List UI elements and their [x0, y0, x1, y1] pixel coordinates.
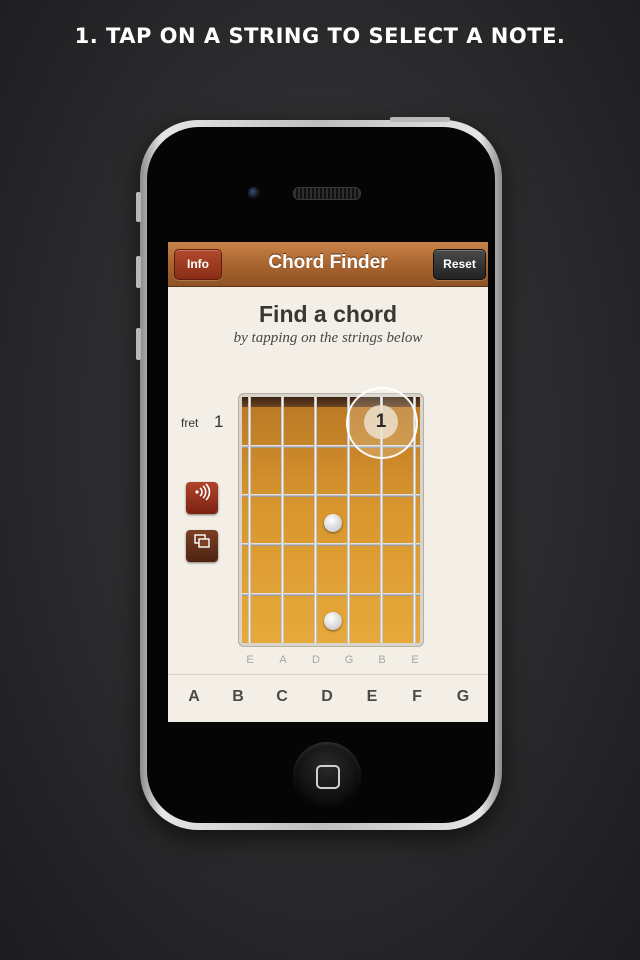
sound-waves-icon: [192, 483, 212, 506]
earpiece-speaker: [293, 187, 361, 200]
fret-number: 1: [214, 412, 224, 431]
key-f[interactable]: F: [405, 688, 429, 706]
string-low-e[interactable]: [248, 397, 251, 643]
string-label: E: [246, 654, 254, 666]
fret-inlay-dot: [324, 612, 342, 630]
key-a[interactable]: A: [182, 688, 206, 706]
selected-finger-marker[interactable]: 1: [364, 405, 398, 439]
mute-switch: [136, 192, 141, 222]
front-camera-icon: [248, 187, 260, 199]
fret-label: fret: [181, 416, 199, 430]
home-button[interactable]: [293, 742, 361, 810]
key-g[interactable]: G: [451, 688, 475, 706]
iphone-frame: Info Chord Finder Reset Find a chord by …: [136, 117, 502, 830]
copy-icon: [192, 534, 212, 554]
page-title: Find a chord: [259, 301, 397, 327]
home-square-icon: [316, 765, 340, 789]
key-d[interactable]: D: [315, 688, 339, 706]
copy-button[interactable]: [186, 530, 218, 562]
fret-line: [242, 593, 420, 596]
string-d[interactable]: [314, 397, 317, 643]
key-c[interactable]: C: [270, 688, 294, 706]
string-label: D: [312, 654, 320, 666]
volume-up-button: [136, 256, 141, 288]
string-a[interactable]: [281, 397, 284, 643]
key-e[interactable]: E: [360, 688, 384, 706]
instruction-headline: 1. TAP ON A STRING TO SELECT A NOTE.: [74, 24, 566, 48]
page-subtitle: by tapping on the strings below: [233, 330, 423, 346]
fret-line: [242, 543, 420, 546]
string-label: E: [411, 654, 419, 666]
play-sound-button[interactable]: [186, 482, 218, 514]
reset-button[interactable]: Reset: [433, 249, 486, 280]
string-label: A: [279, 654, 287, 666]
fret-inlay-dot: [324, 514, 342, 532]
navigation-bar: Info Chord Finder Reset: [168, 242, 488, 287]
string-label: G: [344, 654, 354, 666]
string-label: B: [378, 654, 386, 666]
phone-bezel: Info Chord Finder Reset Find a chord by …: [147, 127, 495, 823]
volume-down-button: [136, 328, 141, 360]
key-divider: [168, 674, 488, 675]
sleep-button: [390, 117, 450, 122]
fret-line: [242, 494, 420, 497]
key-b[interactable]: B: [226, 688, 250, 706]
app-screen: Info Chord Finder Reset Find a chord by …: [168, 242, 488, 722]
